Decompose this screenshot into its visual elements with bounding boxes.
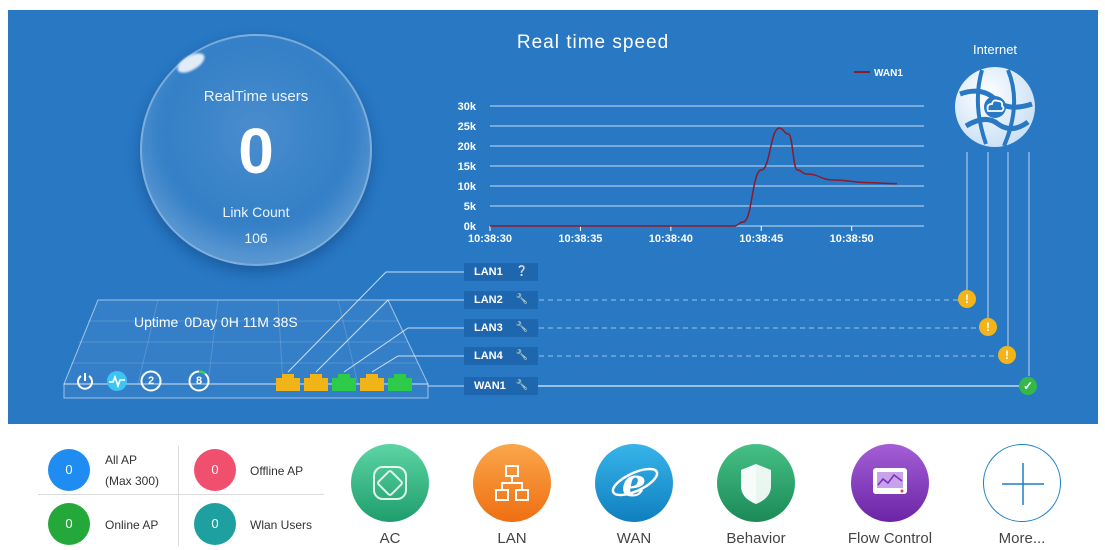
offline-ap-count: 0 (194, 449, 236, 491)
shield-icon (717, 444, 795, 522)
link-tag-wan1[interactable]: WAN1 🔧 (464, 377, 538, 395)
ethernet-port-icon[interactable] (386, 372, 414, 392)
link-tag-lan4[interactable]: LAN4 🔧 (464, 347, 538, 365)
offline-ap-label: Offline AP (250, 464, 304, 478)
router-dashboard: RealTime users 0 Link Count 106 Real tim… (0, 0, 1105, 550)
link-tag-label: LAN3 (474, 322, 503, 334)
wrench-icon[interactable]: 🔧 (516, 347, 528, 365)
app-wan-label: WAN (616, 530, 652, 547)
app-lan-button[interactable]: LAN (466, 444, 558, 547)
check-icon[interactable]: ✓ (1019, 377, 1037, 395)
wrench-icon[interactable]: 🔧 (516, 319, 528, 337)
cpu-badge-value: 2 (147, 375, 155, 387)
wrench-icon[interactable]: 🔧 (516, 377, 528, 395)
wan-icon: e (595, 444, 673, 522)
wan-glyph: e (611, 460, 659, 505)
mem-badge-value: 8 (195, 375, 203, 387)
ethernet-port-icon[interactable] (274, 372, 302, 392)
app-behavior-label: Behavior (726, 530, 786, 547)
app-flow-control-button[interactable]: Flow Control (844, 444, 936, 547)
stats-divider-vertical (178, 446, 179, 546)
warning-icon[interactable]: ! (979, 318, 997, 336)
online-ap-count: 0 (48, 503, 90, 545)
ethernet-port-icon[interactable] (302, 372, 330, 392)
stats-divider-horizontal (38, 494, 324, 495)
app-wan-button[interactable]: e WAN (588, 444, 680, 547)
app-more-label: More... (998, 530, 1046, 547)
cpu-badge[interactable]: 2 (140, 370, 162, 392)
plus-icon (983, 444, 1061, 522)
app-behavior-button[interactable]: Behavior (710, 444, 802, 547)
shield-glyph (741, 464, 771, 504)
online-ap-label: Online AP (105, 518, 159, 532)
link-tag-lan3[interactable]: LAN3 🔧 (464, 319, 538, 337)
ethernet-port-icon[interactable] (330, 372, 358, 392)
ac-glyph (373, 466, 407, 500)
wrench-icon[interactable]: 🔧 (516, 291, 528, 309)
ethernet-port-icon[interactable] (358, 372, 386, 392)
app-flow-control-label: Flow Control (847, 530, 933, 547)
app-lan-label: LAN (497, 530, 527, 547)
all-ap-label: All AP (105, 453, 138, 467)
warning-icon[interactable]: ! (958, 290, 976, 308)
all-ap-max: (Max 300) (105, 474, 160, 488)
lan-icon (473, 444, 551, 522)
link-tag-label: LAN2 (474, 294, 503, 306)
app-more-button[interactable]: More... (976, 444, 1068, 547)
memory-badge[interactable]: 8 (188, 370, 210, 392)
question-icon[interactable]: ❔ (516, 263, 528, 281)
heartbeat-icon[interactable] (106, 370, 128, 392)
all-ap-count: 0 (48, 449, 90, 491)
link-tag-label: WAN1 (474, 380, 506, 392)
plus-glyph (1002, 463, 1044, 505)
uptime-label: Uptime (134, 314, 179, 330)
link-tag-label: LAN4 (474, 350, 503, 362)
monitor-glyph (873, 468, 907, 494)
warning-icon[interactable]: ! (998, 346, 1016, 364)
app-ac-button[interactable]: AC (344, 444, 436, 547)
lan-glyph (495, 465, 529, 501)
uptime-display: Uptime 0Day 0H 11M 38S (128, 314, 298, 330)
link-tag-lan2[interactable]: LAN2 🔧 (464, 291, 538, 309)
uptime-value: 0Day 0H 11M 38S (184, 314, 298, 330)
link-tag-lan1[interactable]: LAN1 ❔ (464, 263, 538, 281)
link-tag-label: LAN1 (474, 266, 503, 278)
device-diagram (63, 152, 1030, 399)
app-ac-label: AC (379, 530, 401, 547)
svg-text:e: e (622, 460, 646, 505)
ac-icon (351, 444, 429, 522)
status-panel: RealTime users 0 Link Count 106 Real tim… (8, 10, 1098, 424)
wlan-users-count: 0 (194, 503, 236, 545)
monitor-icon (851, 444, 929, 522)
wlan-users-label: Wlan Users (250, 518, 313, 532)
power-icon[interactable] (74, 370, 96, 392)
